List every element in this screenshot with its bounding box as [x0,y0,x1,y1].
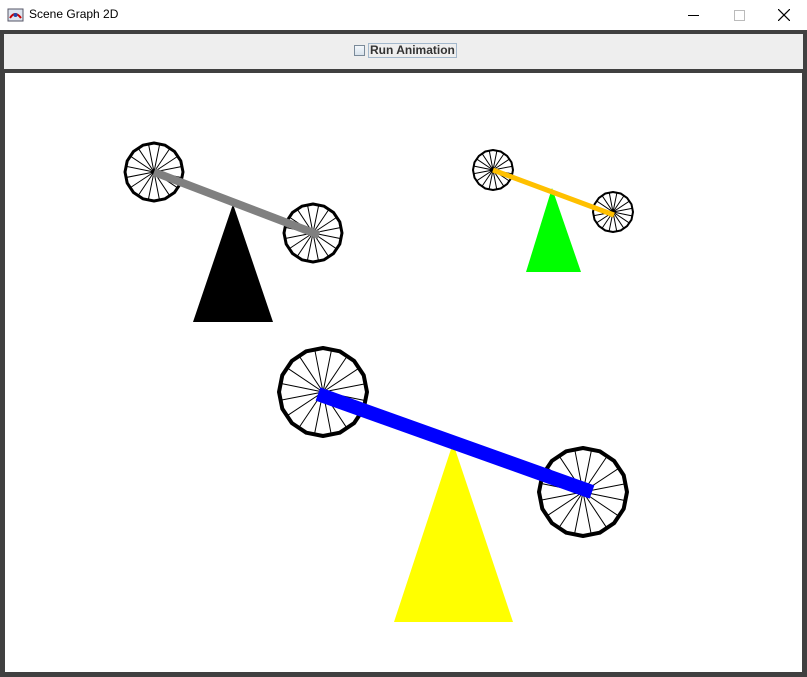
minimize-button[interactable] [670,0,716,30]
window-title: Scene Graph 2D [29,7,119,21]
scene-svg [123,141,634,622]
seesaw-blue-base [394,443,513,622]
run-animation-checkbox[interactable]: Run Animation [354,43,457,58]
java-app-icon [7,6,24,23]
close-icon [778,9,790,21]
run-animation-label: Run Animation [368,43,457,58]
maximize-icon [733,9,745,21]
scene-canvas [5,73,802,672]
maximize-button[interactable] [716,0,762,30]
checkbox-box[interactable] [354,45,365,56]
minimize-icon [687,10,699,21]
close-button[interactable] [761,0,807,30]
title-bar: Scene Graph 2D [0,0,807,30]
seesaw-gray-base [193,204,273,322]
